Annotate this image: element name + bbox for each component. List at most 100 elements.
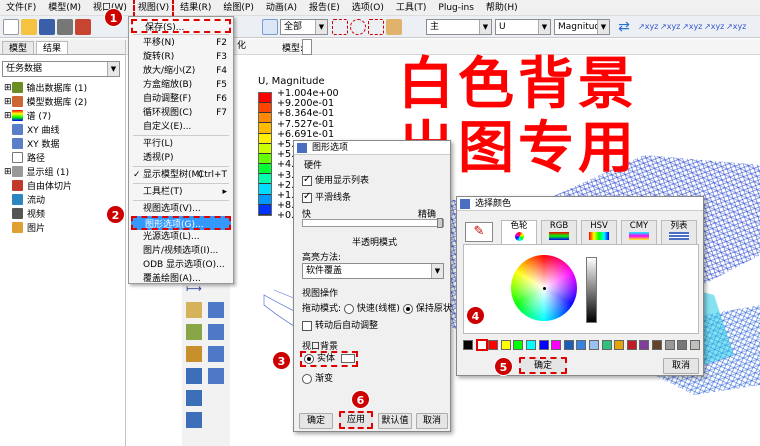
menu-help[interactable]: 帮助(H) [480, 0, 524, 16]
checkbox-unchecked[interactable] [302, 320, 312, 331]
bar2-tool-icon[interactable] [186, 368, 202, 384]
view-menu-item-9[interactable]: 透视(P) [131, 151, 231, 165]
view-menu-item-16[interactable]: ODB 显示选项(O)... [131, 258, 231, 272]
new-file-icon[interactable] [3, 19, 19, 35]
checkbox-checked[interactable] [302, 191, 312, 203]
field-variable-combo[interactable]: U ▼ [495, 19, 551, 35]
color-swatch[interactable] [689, 340, 700, 350]
color-swatch[interactable] [614, 340, 625, 350]
bg-gradient-option[interactable]: 渐变 [302, 371, 333, 384]
axis-view-1-icon[interactable]: ↗xyz [638, 19, 658, 35]
color-swatch[interactable] [576, 340, 587, 350]
color-swatch[interactable] [463, 340, 473, 350]
view-menu-item-12[interactable]: 视图选项(V)... [131, 202, 231, 216]
slider-thumb[interactable] [437, 218, 443, 228]
bar3-tool-icon[interactable] [186, 390, 202, 406]
print-icon[interactable] [57, 19, 73, 35]
view-menu-item-14[interactable]: 光源选项(L)... [131, 230, 231, 244]
menu-tools[interactable]: 工具(T) [390, 0, 433, 16]
color-swatch[interactable] [589, 340, 599, 350]
table2-tool-icon[interactable] [208, 346, 224, 362]
view-menu-item-1[interactable]: 平移(N) F2 [131, 36, 231, 50]
tree-item-movie[interactable]: 视频 [12, 207, 45, 220]
view-menu-item-4[interactable]: 方盒缩放(B) F5 [131, 78, 231, 92]
model-combo[interactable] [302, 39, 312, 55]
checkbox-checked[interactable] [302, 174, 312, 186]
drag-keep-radio[interactable] [402, 303, 413, 314]
color-swatch[interactable] [677, 340, 688, 350]
color-swatch[interactable] [652, 340, 662, 350]
menu-file[interactable]: 文件(F) [0, 0, 42, 16]
drag-fast-radio[interactable] [343, 303, 354, 314]
table-tool-icon[interactable] [208, 324, 224, 340]
menu-animate[interactable]: 动画(A) [260, 0, 303, 16]
color-swatch[interactable] [563, 340, 574, 350]
open-folder-icon[interactable] [21, 19, 37, 35]
defaults-button[interactable]: 默认值 [378, 413, 412, 429]
cylinder-icon[interactable] [75, 19, 91, 35]
color-cancel-button[interactable]: 取消 [663, 358, 699, 374]
view-menu-item-2[interactable]: 旋转(R) F3 [131, 50, 231, 64]
color-swatch[interactable] [626, 340, 637, 350]
speed-slider[interactable] [302, 218, 444, 228]
view-menu-item-0[interactable]: 保存(S)... [131, 19, 231, 33]
auto-fit-checkbox[interactable]: 转动后自动调整 [302, 318, 378, 331]
view-menu-item-13[interactable]: 图形选项(G)... [131, 216, 231, 230]
field-output-step-combo[interactable]: 主 ▼ [426, 19, 492, 35]
refresh-icon[interactable]: ⇄ [616, 19, 632, 35]
view-menu-item-8[interactable]: 平行(L) [131, 137, 231, 151]
color-swatch[interactable] [475, 339, 488, 351]
tree-item-path[interactable]: 路径 [12, 151, 45, 164]
color-swatch[interactable] [513, 340, 524, 350]
axis-view-5-icon[interactable]: ↗xyz [726, 19, 746, 35]
view-menu-item-7[interactable]: 自定义(E)... [131, 120, 231, 134]
bg-solid-radio[interactable] [304, 353, 314, 364]
color-swatch[interactable] [538, 340, 549, 350]
color-ok-button[interactable]: 确定 [519, 357, 567, 374]
tree-item-odb[interactable]: ⊞ 输出数据库 (1) [4, 81, 87, 94]
view-menu-item-15[interactable]: 图片/视频选项(I)... [131, 244, 231, 258]
menu-result[interactable]: 结果(R) [174, 0, 217, 16]
menu-plot[interactable]: 绘图(P) [217, 0, 259, 16]
tree-item-xy-curve[interactable]: XY 曲线 [12, 123, 60, 136]
color-swatch[interactable] [500, 340, 511, 350]
view-menu-item-10[interactable]: ✓ 显示模型树(M) Ctrl+T [131, 168, 231, 182]
color-swatch[interactable] [551, 340, 562, 350]
axis-view-4-icon[interactable]: ↗xyz [704, 19, 724, 35]
tree-item-xy-data[interactable]: XY 数据 [12, 137, 60, 150]
use-display-list-checkbox[interactable]: 使用显示列表 [302, 173, 369, 186]
menu-model[interactable]: 模型(M) [42, 0, 87, 16]
select-circle-icon[interactable] [350, 19, 366, 35]
tree-item-free-body[interactable]: 自由体切片 [12, 179, 72, 192]
color-swatch[interactable] [526, 340, 536, 350]
highlight-method-combo[interactable]: 软件覆盖 ▼ [302, 263, 444, 279]
bar4-tool-icon[interactable] [186, 412, 202, 428]
bar-tool-icon[interactable] [186, 324, 202, 340]
select-filter-combo[interactable]: 全部 ▼ [280, 19, 328, 35]
color-swatch[interactable] [639, 340, 650, 350]
tab-results[interactable]: 结果 [36, 41, 69, 54]
tree-item-stream[interactable]: 流动 [12, 193, 45, 206]
axis-view-3-icon[interactable]: ↗xyz [682, 19, 702, 35]
grid-tool-icon[interactable] [208, 302, 224, 318]
tree-item-image[interactable]: 图片 [12, 221, 45, 234]
table3-tool-icon[interactable] [208, 368, 224, 384]
color-swatch[interactable] [664, 340, 675, 350]
select-poly-icon[interactable] [368, 19, 384, 35]
apply-button[interactable]: 应用 [339, 411, 373, 429]
smooth-lines-checkbox[interactable]: 平滑线条 [302, 190, 351, 203]
view-menu-item-11[interactable]: 工具栏(T) ▸ [131, 185, 231, 199]
context-combo[interactable]: 化 [234, 39, 274, 55]
view-menu-item-5[interactable]: 自动调整(F) F6 [131, 92, 231, 106]
chart-tool-icon[interactable] [186, 346, 202, 362]
ok-button[interactable]: 确定 [299, 413, 333, 429]
menu-options[interactable]: 选项(O) [346, 0, 390, 16]
menu-report[interactable]: 报告(E) [303, 0, 346, 16]
tree-item-display-group[interactable]: ⊞ 显示组 (1) [4, 165, 69, 178]
bg-solid-option[interactable]: 实体 [300, 351, 358, 367]
cube-icon[interactable] [386, 19, 402, 35]
bg-gradient-radio[interactable] [302, 373, 312, 384]
save-icon[interactable] [39, 19, 55, 35]
view-menu-item-6[interactable]: 循环视图(C) F7 [131, 106, 231, 120]
color-swatch[interactable] [488, 340, 499, 350]
